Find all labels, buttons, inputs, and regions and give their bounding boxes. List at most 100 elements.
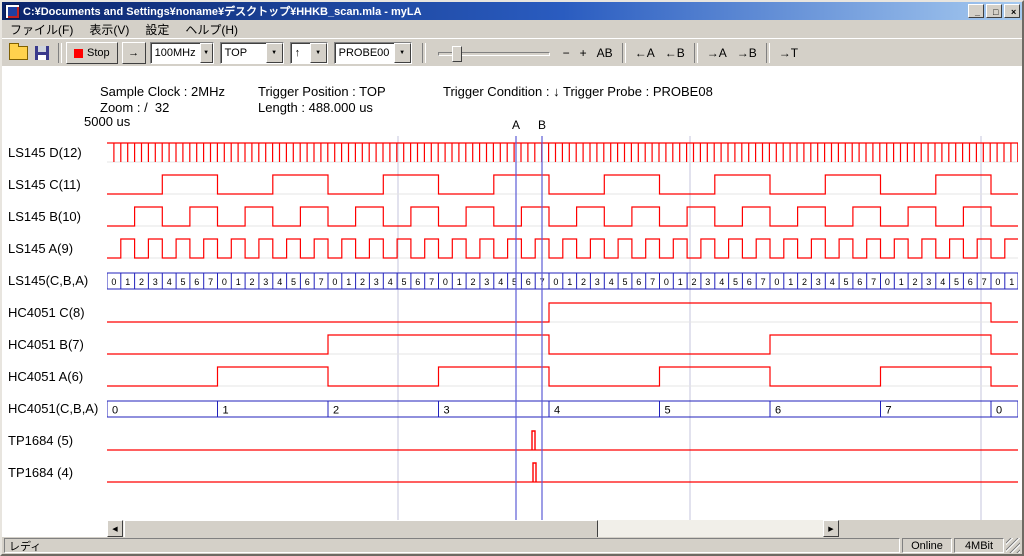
minimize-button[interactable]: _ [968,4,984,18]
time-per-div-label: 5000 us [84,114,130,129]
open-file-button[interactable] [6,42,30,64]
svg-text:4: 4 [388,277,393,287]
svg-text:1: 1 [1009,277,1014,287]
svg-text:0: 0 [774,277,779,287]
chevron-down-icon[interactable]: ▼ [200,43,213,63]
svg-text:0: 0 [553,277,558,287]
svg-text:1: 1 [899,277,904,287]
scroll-right-button[interactable]: ▶ [823,520,839,537]
cursor-ab-button[interactable]: AB [592,44,618,62]
svg-text:6: 6 [968,277,973,287]
svg-text:3: 3 [705,277,710,287]
close-button[interactable]: × [1004,4,1020,18]
run-button[interactable]: → [122,42,146,64]
sample-clock-select[interactable]: 100MHz ▼ [150,42,214,64]
zoom-in-button[interactable]: + [575,44,592,62]
save-button[interactable] [30,42,54,64]
svg-text:1: 1 [346,277,351,287]
svg-text:7: 7 [982,277,987,287]
svg-text:0: 0 [112,405,118,417]
waveform-area[interactable]: 0123456701234567012345670123456701234567… [107,136,1018,520]
svg-text:6: 6 [857,277,862,287]
svg-text:6: 6 [305,277,310,287]
svg-text:4: 4 [167,277,172,287]
stop-button[interactable]: Stop [66,42,118,64]
zoom-slider-thumb[interactable] [452,46,462,62]
svg-text:7: 7 [319,277,324,287]
svg-text:2: 2 [912,277,917,287]
svg-text:3: 3 [484,277,489,287]
svg-text:5: 5 [954,277,959,287]
svg-text:5: 5 [401,277,406,287]
jump-left-cursor-b-button[interactable]: ←B [660,44,690,62]
svg-text:5: 5 [843,277,848,287]
svg-text:7: 7 [208,277,213,287]
channel-label-2: LS145 C(11) [8,177,81,192]
trigger-position-value: TOP [221,47,266,59]
svg-text:0: 0 [332,277,337,287]
zoom-out-button[interactable]: − [558,44,575,62]
cursor-b-label[interactable]: B [538,118,546,132]
sample-clock-info: Sample Clock : 2MHz [100,84,225,99]
trigger-probe-info: Trigger Probe : PROBE08 [563,84,713,99]
svg-text:7: 7 [886,405,892,417]
horizontal-scrollbar[interactable]: ◀ ▶ [107,520,839,537]
channel-label-8: HC4051 A(6) [8,369,83,384]
titlebar[interactable]: C:¥Documents and Settings¥noname¥デスクトップ¥… [2,2,1022,20]
zoom-slider[interactable] [438,43,550,63]
menu-item-2[interactable]: 表示(V) [81,20,137,39]
trigger-probe-select[interactable]: PROBE00 ▼ [334,42,412,64]
svg-text:1: 1 [567,277,572,287]
zoom-info: Zoom : / 32 [100,100,169,115]
channel-label-4: LS145 A(9) [8,241,73,256]
svg-text:6: 6 [747,277,752,287]
svg-text:0: 0 [664,277,669,287]
svg-text:7: 7 [761,277,766,287]
svg-text:1: 1 [236,277,241,287]
svg-text:2: 2 [802,277,807,287]
svg-text:0: 0 [222,277,227,287]
svg-text:3: 3 [444,405,450,417]
toolbar: Stop → 100MHz ▼ TOP ▼ ↑ ▼ PROBE00 ▼ −+AB… [2,38,1022,68]
app-window: C:¥Documents and Settings¥noname¥デスクトップ¥… [0,0,1024,556]
trigger-position-select[interactable]: TOP ▼ [220,42,284,64]
trigger-edge-select[interactable]: ↑ ▼ [290,42,328,64]
status-online: Online [902,538,952,553]
svg-text:2: 2 [360,277,365,287]
menu-item-4[interactable]: ヘルプ(H) [177,20,246,39]
svg-text:1: 1 [788,277,793,287]
scroll-left-button[interactable]: ◀ [107,520,123,537]
channel-label-7: HC4051 B(7) [8,337,84,352]
jump-trigger-button[interactable]: →T [774,44,803,62]
maximize-button[interactable]: □ [986,4,1002,18]
svg-text:2: 2 [249,277,254,287]
open-folder-icon [9,46,28,60]
jump-left-cursor-a-button[interactable]: ←A [630,44,660,62]
svg-text:7: 7 [429,277,434,287]
scrollbar-thumb[interactable] [124,520,598,537]
svg-text:1: 1 [125,277,130,287]
stop-icon [74,49,83,58]
svg-text:4: 4 [719,277,724,287]
svg-text:0: 0 [996,405,1002,417]
cursor-a-label[interactable]: A [512,118,520,132]
channel-label-9: HC4051(C,B,A) [8,401,98,416]
jump-right-cursor-b-button[interactable]: →B [732,44,762,62]
chevron-down-icon[interactable]: ▼ [266,43,283,63]
trigger-edge-value: ↑ [291,47,310,59]
resize-grip[interactable] [1006,538,1020,553]
svg-text:6: 6 [415,277,420,287]
svg-text:7: 7 [650,277,655,287]
svg-text:2: 2 [333,405,339,417]
svg-text:6: 6 [636,277,641,287]
svg-text:5: 5 [665,405,671,417]
svg-text:6: 6 [194,277,199,287]
chevron-down-icon[interactable]: ▼ [394,43,411,63]
jump-right-cursor-a-button[interactable]: →A [702,44,732,62]
chevron-down-icon[interactable]: ▼ [310,43,327,63]
scrollbar-filler [839,520,1022,537]
status-ready: レディ [4,538,900,553]
channel-label-6: HC4051 C(8) [8,305,85,320]
menu-item-1[interactable]: ファイル(F) [2,20,81,39]
menu-item-3[interactable]: 設定 [137,20,177,39]
